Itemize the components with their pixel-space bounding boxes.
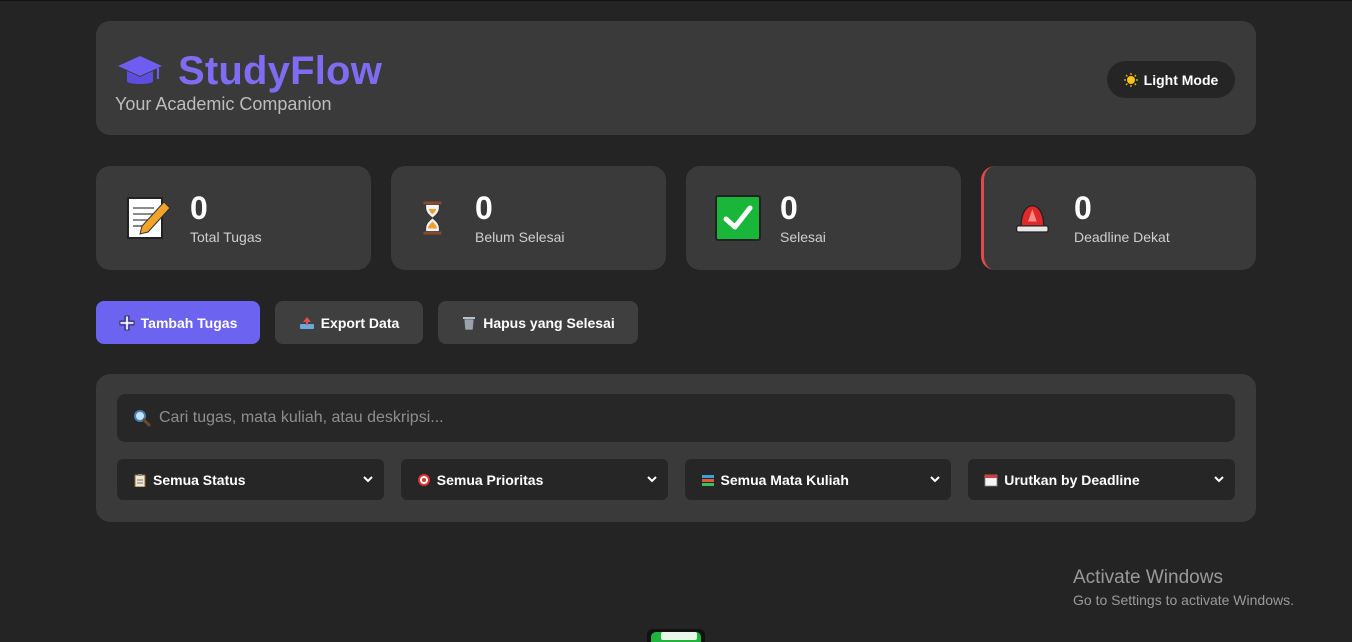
course-filter-select[interactable]: Semua Mata Kuliah — [684, 459, 952, 500]
delete-completed-button[interactable]: Hapus yang Selesai — [438, 301, 638, 344]
hourglass-icon — [423, 201, 442, 235]
stat-value: 0 — [475, 190, 493, 226]
sun-icon — [1123, 72, 1138, 87]
wastebasket-icon — [463, 316, 476, 330]
target-icon — [417, 473, 430, 486]
siren-icon — [1015, 205, 1049, 233]
outbox-tray-icon — [299, 316, 314, 329]
books-icon — [701, 474, 714, 486]
sort-select[interactable]: Urutkan by Deadline — [968, 459, 1235, 500]
check-mark-icon — [715, 195, 761, 241]
chevron-down-icon — [1214, 476, 1224, 483]
status-filter-select[interactable]: Semua Status — [117, 459, 384, 500]
brand: StudyFlow — [116, 49, 1236, 94]
stat-card-done: 0 Selesai — [686, 166, 961, 270]
chevron-down-icon — [646, 476, 657, 483]
search-input[interactable] — [159, 409, 1159, 427]
sort-value: Urutkan by Deadline — [1004, 471, 1140, 488]
search-bar — [117, 394, 1235, 442]
stat-value: 0 — [1074, 190, 1092, 226]
action-bar: Tambah Tugas Export Data Hapus yang Sele… — [96, 301, 638, 344]
app-header: StudyFlow Your Academic Companion Light … — [96, 21, 1256, 135]
add-task-button[interactable]: Tambah Tugas — [96, 301, 260, 344]
activate-windows-watermark: Activate Windows Go to Settings to activ… — [1073, 567, 1294, 608]
stat-label: Selesai — [780, 229, 826, 245]
activate-windows-subtitle: Go to Settings to activate Windows. — [1073, 592, 1294, 608]
priority-filter-value: Semua Prioritas — [436, 471, 544, 488]
graduation-cap-icon — [118, 55, 162, 84]
stat-label: Total Tugas — [190, 229, 262, 245]
light-mode-toggle[interactable]: Light Mode — [1107, 61, 1235, 98]
add-task-label: Tambah Tugas — [140, 314, 238, 331]
empty-state-book-icon — [647, 629, 705, 642]
chevron-down-icon — [930, 476, 940, 483]
stats-row: 0 Total Tugas 0 Belum Selesai 0 Selesai … — [96, 166, 1256, 270]
filter-row: Semua Status Semua Prioritas Semua Mata … — [117, 459, 1235, 500]
export-data-button[interactable]: Export Data — [275, 301, 423, 344]
chevron-down-icon — [363, 476, 373, 483]
app-container: StudyFlow Your Academic Companion Light … — [96, 21, 1256, 522]
activate-windows-title: Activate Windows — [1073, 567, 1223, 588]
filter-panel: Semua Status Semua Prioritas Semua Mata … — [96, 374, 1256, 522]
stat-label: Belum Selesai — [475, 229, 565, 245]
stat-card-total: 0 Total Tugas — [96, 166, 371, 270]
course-filter-value: Semua Mata Kuliah — [720, 471, 849, 488]
delete-completed-label: Hapus yang Selesai — [483, 314, 615, 331]
stat-value: 0 — [190, 190, 208, 226]
light-mode-label: Light Mode — [1143, 71, 1219, 88]
tagline: Your Academic Companion — [115, 94, 332, 114]
plus-icon — [119, 315, 135, 330]
clipboard-icon — [134, 473, 146, 487]
memo-icon — [127, 197, 171, 239]
search-icon — [134, 410, 151, 427]
stat-card-deadline: 0 Deadline Dekat — [981, 166, 1256, 270]
stat-card-pending: 0 Belum Selesai — [391, 166, 666, 270]
brand-title: StudyFlow — [178, 49, 383, 93]
status-filter-value: Semua Status — [153, 471, 246, 488]
export-data-label: Export Data — [320, 314, 400, 331]
calendar-icon — [984, 474, 998, 486]
stat-label: Deadline Dekat — [1074, 229, 1170, 245]
priority-filter-select[interactable]: Semua Prioritas — [400, 459, 668, 500]
stat-value: 0 — [780, 190, 798, 226]
